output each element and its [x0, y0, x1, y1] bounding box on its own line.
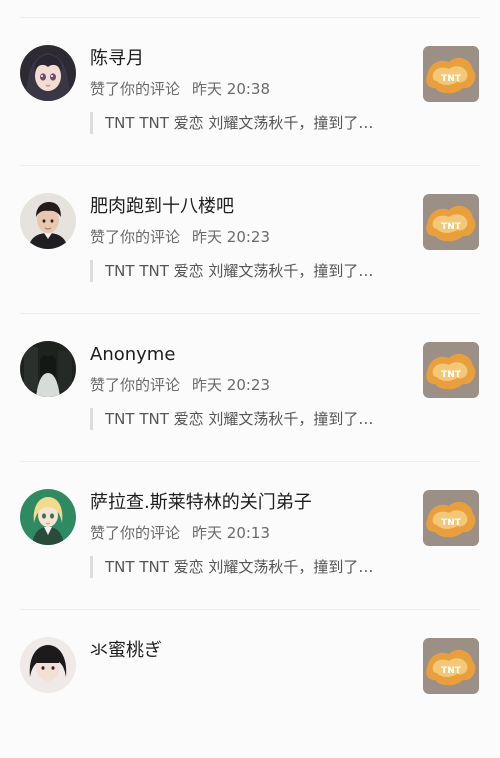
user-avatar[interactable]: [20, 489, 76, 545]
timestamp: 昨天 20:38: [192, 80, 271, 98]
username[interactable]: 萨拉查.斯莱特林的关门弟子: [90, 491, 312, 515]
post-thumbnail[interactable]: TNT: [423, 46, 479, 102]
notification-item[interactable]: 肥肉跑到十八楼吧 赞了你的评论 昨天 20:23 TNT TNT 爱恋 刘耀文荡秋…: [0, 166, 500, 314]
username[interactable]: 陈寻月: [90, 47, 144, 71]
user-avatar[interactable]: [20, 45, 76, 101]
action-text: 赞了你的评论: [90, 376, 181, 394]
tnt-thumbnail-image: TNT: [423, 490, 479, 546]
tnt-thumbnail-image: TNT: [423, 194, 479, 250]
user-avatar[interactable]: [20, 193, 76, 249]
notification-item[interactable]: 氺蜜桃ぎ TNT: [0, 610, 500, 758]
post-thumbnail[interactable]: TNT: [423, 194, 479, 250]
post-thumbnail[interactable]: TNT: [423, 490, 479, 546]
user-avatar[interactable]: [20, 637, 76, 693]
girl-bangs-avatar-image: [20, 637, 76, 693]
user-avatar[interactable]: [20, 341, 76, 397]
tnt-thumbnail-image: TNT: [423, 46, 479, 102]
notification-item[interactable]: 萨拉查.斯莱特林的关门弟子 赞了你的评论 昨天 20:13 TNT TNT 爱恋 …: [0, 462, 500, 610]
post-thumbnail[interactable]: TNT: [423, 342, 479, 398]
action-text: 赞了你的评论: [90, 80, 181, 98]
anime-blonde-avatar-image: [20, 489, 76, 545]
quoted-comment[interactable]: TNT TNT 爱恋 刘耀文荡秋千，撞到了…: [90, 112, 373, 134]
username[interactable]: 肥肉跑到十八楼吧: [90, 195, 234, 219]
quoted-comment[interactable]: TNT TNT 爱恋 刘耀文荡秋千，撞到了…: [90, 556, 373, 578]
thumbnail-caption: TNT: [441, 370, 462, 380]
username[interactable]: Anonyme: [90, 343, 175, 367]
notification-meta: 赞了你的评论 昨天 20:38: [90, 79, 270, 99]
action-text: 赞了你的评论: [90, 524, 181, 542]
tnt-thumbnail-image: TNT: [423, 638, 479, 694]
young-man-avatar-image: [20, 193, 76, 249]
notification-item[interactable]: Anonyme 赞了你的评论 昨天 20:23 TNT TNT 爱恋 刘耀文荡秋千…: [0, 314, 500, 462]
timestamp: 昨天 20:23: [192, 376, 271, 394]
quoted-comment[interactable]: TNT TNT 爱恋 刘耀文荡秋千，撞到了…: [90, 260, 373, 282]
quoted-comment[interactable]: TNT TNT 爱恋 刘耀文荡秋千，撞到了…: [90, 408, 373, 430]
post-thumbnail[interactable]: TNT: [423, 638, 479, 694]
notification-meta: 赞了你的评论 昨天 20:23: [90, 375, 270, 395]
notification-item[interactable]: 陈寻月 赞了你的评论 昨天 20:38 TNT TNT 爱恋 刘耀文荡秋千，撞到了…: [0, 18, 500, 166]
notification-meta: 赞了你的评论 昨天 20:23: [90, 227, 270, 247]
dark-figure-avatar-image: [20, 341, 76, 397]
thumbnail-caption: TNT: [441, 222, 462, 232]
action-text: 赞了你的评论: [90, 228, 181, 246]
thumbnail-caption: TNT: [441, 518, 462, 528]
thumbnail-caption: TNT: [441, 74, 462, 84]
anime-girl-avatar-image: [20, 45, 76, 101]
thumbnail-caption: TNT: [441, 666, 462, 676]
timestamp: 昨天 20:13: [192, 524, 271, 542]
timestamp: 昨天 20:23: [192, 228, 271, 246]
tnt-thumbnail-image: TNT: [423, 342, 479, 398]
username[interactable]: 氺蜜桃ぎ: [90, 639, 162, 663]
notification-meta: 赞了你的评论 昨天 20:13: [90, 523, 270, 543]
